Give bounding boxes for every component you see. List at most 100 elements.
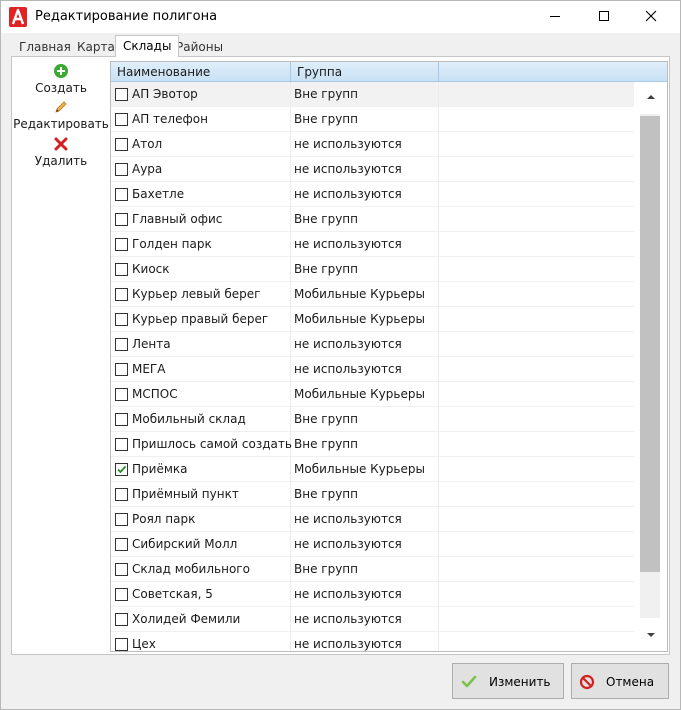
cancel-button[interactable]: Отмена: [571, 663, 669, 699]
cell-group: Вне групп: [291, 407, 439, 432]
table-row[interactable]: Приёмный пункт Вне групп: [111, 482, 635, 507]
row-checkbox[interactable]: [115, 163, 128, 176]
tab-districts[interactable]: Районы: [172, 38, 227, 57]
scroll-up-arrow-icon[interactable]: [644, 90, 658, 104]
table-row[interactable]: Голден парк не используются: [111, 232, 635, 257]
cell-name: Курьер левый берег: [111, 282, 291, 307]
row-checkbox[interactable]: [115, 513, 128, 526]
table-row[interactable]: МЕГА не используются: [111, 357, 635, 382]
row-checkbox[interactable]: [115, 263, 128, 276]
cell-group: не используются: [291, 607, 439, 632]
delete-button[interactable]: Удалить: [12, 136, 110, 168]
table-row[interactable]: Лента не используются: [111, 332, 635, 357]
pencil-icon: [55, 101, 67, 113]
edit-button[interactable]: Редактировать: [12, 99, 110, 131]
tab-main[interactable]: Главная: [15, 38, 75, 57]
apply-button[interactable]: Изменить: [452, 663, 564, 699]
tab-map[interactable]: Карта: [73, 38, 119, 57]
cell-name: Сибирский Молл: [111, 532, 291, 557]
cell-group: не используются: [291, 357, 439, 382]
table-row[interactable]: Цех не используются: [111, 632, 635, 651]
table-row[interactable]: Склад мобильного Вне групп: [111, 557, 635, 582]
table-row[interactable]: Роял парк не используются: [111, 507, 635, 532]
create-button[interactable]: Создать: [12, 63, 110, 95]
scroll-thumb[interactable]: [640, 116, 660, 572]
table-row[interactable]: МСПОС Мобильные Курьеры: [111, 382, 635, 407]
cell-name: Голден парк: [111, 232, 291, 257]
edit-label: Редактировать: [13, 117, 109, 131]
warehouse-name: МЕГА: [132, 362, 166, 376]
table-row[interactable]: Главный офис Вне групп: [111, 207, 635, 232]
table-row[interactable]: Пришлось самой создать Вне групп: [111, 432, 635, 457]
table-row[interactable]: Киоск Вне групп: [111, 257, 635, 282]
maximize-icon: [599, 11, 609, 21]
minimize-button[interactable]: [532, 1, 578, 31]
cell-group: Вне групп: [291, 82, 439, 107]
cell-name: Склад мобильного: [111, 557, 291, 582]
row-checkbox[interactable]: [115, 338, 128, 351]
cell-group: Мобильные Курьеры: [291, 382, 439, 407]
table-row[interactable]: Приёмка Мобильные Курьеры: [111, 457, 635, 482]
row-checkbox[interactable]: [115, 313, 128, 326]
row-checkbox[interactable]: [115, 188, 128, 201]
close-button[interactable]: [628, 1, 674, 31]
create-label: Создать: [35, 81, 87, 95]
column-header-name[interactable]: Наименование: [111, 62, 291, 82]
title-bar[interactable]: Редактирование полигона: [1, 1, 680, 33]
maximize-button[interactable]: [581, 1, 627, 31]
cell-group: Мобильные Курьеры: [291, 307, 439, 332]
table-row[interactable]: Сибирский Молл не используются: [111, 532, 635, 557]
table-row[interactable]: АП телефон Вне групп: [111, 107, 635, 132]
delete-label: Удалить: [34, 154, 88, 168]
cell-name: Курьер правый берег: [111, 307, 291, 332]
row-checkbox[interactable]: [115, 363, 128, 376]
row-checkbox[interactable]: [115, 488, 128, 501]
row-checkbox[interactable]: [115, 438, 128, 451]
cell-name: АП Эвотор: [111, 82, 291, 107]
table-row[interactable]: Аура не используются: [111, 157, 635, 182]
row-checkbox[interactable]: [115, 288, 128, 301]
row-checkbox[interactable]: [115, 613, 128, 626]
warehouse-name: Пришлось самой создать: [132, 437, 292, 451]
cell-group: не используются: [291, 582, 439, 607]
row-checkbox[interactable]: [115, 138, 128, 151]
row-checkbox[interactable]: [115, 388, 128, 401]
tab-warehouses[interactable]: Склады: [115, 35, 180, 57]
row-checkbox[interactable]: [115, 213, 128, 226]
table-row[interactable]: АП Эвотор Вне групп: [111, 82, 635, 107]
row-checkbox[interactable]: [115, 463, 128, 476]
row-checkbox[interactable]: [115, 588, 128, 601]
row-checkbox[interactable]: [115, 638, 128, 651]
plus-circle-icon: [54, 64, 68, 78]
warehouses-panel: Создать Редактировать Удалить Наименован…: [11, 56, 670, 655]
cell-name: Пришлось самой создать: [111, 432, 292, 457]
row-checkbox[interactable]: [115, 563, 128, 576]
row-checkbox[interactable]: [115, 238, 128, 251]
table-row[interactable]: Холидей Фемили не используются: [111, 607, 635, 632]
cell-name: Мобильный склад: [111, 407, 291, 432]
column-header-group[interactable]: Группа: [291, 62, 439, 82]
check-icon: [461, 675, 477, 688]
side-toolbar: Создать Редактировать Удалить: [12, 57, 110, 654]
cell-group: Вне групп: [291, 107, 439, 132]
warehouse-name: Цех: [132, 637, 156, 651]
row-checkbox[interactable]: [115, 538, 128, 551]
table-row[interactable]: Мобильный склад Вне групп: [111, 407, 635, 432]
cell-name: Холидей Фемили: [111, 607, 291, 632]
table-row[interactable]: Атол не используются: [111, 132, 635, 157]
table-row[interactable]: Курьер правый берег Мобильные Курьеры: [111, 307, 635, 332]
row-checkbox[interactable]: [115, 113, 128, 126]
vertical-scrollbar[interactable]: [634, 82, 667, 651]
cell-group: Вне групп: [291, 482, 439, 507]
row-checkbox[interactable]: [115, 88, 128, 101]
warehouse-name: Лента: [132, 337, 171, 351]
table-row[interactable]: Советская, 5 не используются: [111, 582, 635, 607]
warehouse-name: АП телефон: [132, 112, 208, 126]
cell-name: Киоск: [111, 257, 291, 282]
scroll-down-arrow-icon[interactable]: [644, 628, 658, 642]
table-row[interactable]: Курьер левый берег Мобильные Курьеры: [111, 282, 635, 307]
table-row[interactable]: Бахетле не используются: [111, 182, 635, 207]
cell-group: не используются: [291, 632, 439, 651]
row-checkbox[interactable]: [115, 413, 128, 426]
warehouse-name: Роял парк: [132, 512, 196, 526]
